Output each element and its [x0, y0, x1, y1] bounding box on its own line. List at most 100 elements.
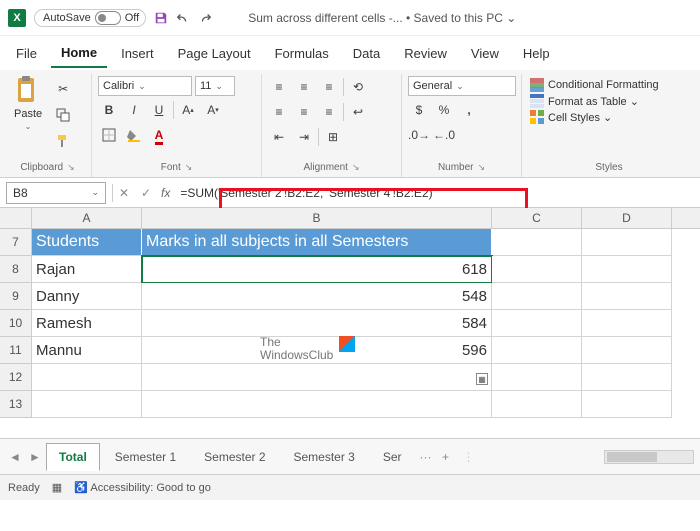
horizontal-scrollbar[interactable] — [604, 450, 694, 464]
conditional-formatting-button[interactable]: Conditional Formatting — [530, 78, 659, 92]
accessibility-status[interactable]: ♿ Accessibility: Good to go — [74, 481, 211, 494]
number-format-dropdown[interactable]: General⌄ — [408, 76, 516, 96]
cell-b7[interactable]: Marks in all subjects in all Semesters — [142, 229, 492, 256]
cell-c8[interactable] — [492, 256, 582, 283]
col-header-d[interactable]: D — [582, 208, 672, 228]
sheet-nav-next-icon[interactable]: ► — [26, 448, 44, 466]
font-size-dropdown[interactable]: 11⌄ — [195, 76, 235, 96]
sheet-tab-semester1[interactable]: Semester 1 — [102, 443, 189, 471]
fx-icon[interactable]: fx — [161, 186, 170, 200]
paste-button[interactable]: Paste ⌄ — [10, 76, 46, 160]
col-header-b[interactable]: B — [142, 208, 492, 228]
cell-a7[interactable]: Students — [32, 229, 142, 256]
tab-home[interactable]: Home — [51, 39, 107, 68]
autofill-options-icon[interactable]: ▦ — [476, 373, 488, 385]
cell-a9[interactable]: Danny — [32, 283, 142, 310]
wrap-text-icon[interactable]: ↩ — [347, 101, 369, 123]
cell-c12[interactable] — [492, 364, 582, 391]
tab-help[interactable]: Help — [513, 40, 560, 67]
cell-a8[interactable]: Rajan — [32, 256, 142, 283]
tab-view[interactable]: View — [461, 40, 509, 67]
cancel-formula-icon[interactable]: ✕ — [113, 182, 135, 204]
cell-b13[interactable] — [142, 391, 492, 418]
row-header[interactable]: 7 — [0, 229, 32, 256]
orientation-icon[interactable]: ⟲ — [347, 76, 369, 98]
cell-d8[interactable] — [582, 256, 672, 283]
sheet-tab-semester2[interactable]: Semester 2 — [191, 443, 278, 471]
copy-icon[interactable] — [52, 104, 74, 126]
fill-color-icon[interactable] — [123, 124, 145, 146]
cell-c10[interactable] — [492, 310, 582, 337]
cell-a10[interactable]: Ramesh — [32, 310, 142, 337]
cell-d7[interactable] — [582, 229, 672, 256]
autosave-toggle[interactable]: AutoSave Off — [34, 9, 146, 27]
align-center-icon[interactable]: ≡ — [293, 101, 315, 123]
accounting-icon[interactable]: $ — [408, 99, 430, 121]
shrink-font-icon[interactable]: A▾ — [202, 99, 224, 121]
cell-a11[interactable]: Mannu — [32, 337, 142, 364]
tab-file[interactable]: File — [6, 40, 47, 67]
cell-d12[interactable] — [582, 364, 672, 391]
tab-review[interactable]: Review — [394, 40, 457, 67]
name-box[interactable]: B8⌄ — [6, 182, 106, 204]
cell-b12[interactable] — [142, 364, 492, 391]
comma-icon[interactable]: , — [458, 99, 480, 121]
format-as-table-button[interactable]: Format as Table ⌄ — [530, 94, 659, 108]
sheet-more-icon[interactable]: ··· — [417, 448, 435, 466]
cell-c11[interactable] — [492, 337, 582, 364]
stats-icon[interactable]: ▦ — [52, 481, 62, 494]
decrease-indent-icon[interactable]: ⇤ — [268, 126, 290, 148]
cell-c9[interactable] — [492, 283, 582, 310]
tab-insert[interactable]: Insert — [111, 40, 164, 67]
align-top-icon[interactable]: ≡ — [268, 76, 290, 98]
row-header[interactable]: 11 — [0, 337, 32, 364]
cell-d11[interactable] — [582, 337, 672, 364]
font-name-dropdown[interactable]: Calibri⌄ — [98, 76, 192, 96]
row-header[interactable]: 10 — [0, 310, 32, 337]
borders-icon[interactable] — [98, 124, 120, 146]
sheet-nav-prev-icon[interactable]: ◄ — [6, 448, 24, 466]
decrease-decimal-icon[interactable]: ←.0 — [433, 124, 455, 146]
document-title[interactable]: Sum across different cells -... • Saved … — [248, 11, 516, 25]
add-sheet-icon[interactable]: + — [437, 448, 455, 466]
launcher-icon[interactable]: ↘ — [185, 162, 193, 173]
cell-d10[interactable] — [582, 310, 672, 337]
col-header-a[interactable]: A — [32, 208, 142, 228]
cell-b8[interactable]: 618 — [142, 256, 492, 283]
underline-button[interactable]: U — [148, 99, 170, 121]
cell-b9[interactable]: 548 — [142, 283, 492, 310]
row-header[interactable]: 8 — [0, 256, 32, 283]
spreadsheet-grid[interactable]: A B C D 7 8 9 10 11 12 13 Students Marks… — [0, 208, 700, 438]
save-icon[interactable] — [154, 11, 168, 25]
font-color-icon[interactable]: A — [148, 124, 170, 146]
merge-center-icon[interactable]: ⊞ — [322, 126, 344, 148]
enter-formula-icon[interactable]: ✓ — [135, 182, 157, 204]
launcher-icon[interactable]: ↘ — [352, 162, 360, 173]
row-header[interactable]: 13 — [0, 391, 32, 418]
launcher-icon[interactable]: ↘ — [478, 162, 486, 173]
increase-decimal-icon[interactable]: .0→ — [408, 124, 430, 146]
cell-a13[interactable] — [32, 391, 142, 418]
row-header[interactable]: 9 — [0, 283, 32, 310]
formula-input[interactable]: =SUM('Semester 2'!B2:E2, 'Semester 4'!B2… — [174, 182, 700, 204]
cell-styles-button[interactable]: Cell Styles ⌄ — [530, 110, 659, 124]
tab-data[interactable]: Data — [343, 40, 390, 67]
align-middle-icon[interactable]: ≡ — [293, 76, 315, 98]
redo-icon[interactable] — [198, 11, 212, 25]
align-right-icon[interactable]: ≡ — [318, 101, 340, 123]
bold-button[interactable]: B — [98, 99, 120, 121]
cell-c7[interactable] — [492, 229, 582, 256]
launcher-icon[interactable]: ↘ — [67, 162, 75, 173]
cell-b10[interactable]: 584 — [142, 310, 492, 337]
undo-icon[interactable] — [176, 11, 190, 25]
sheet-tab-semester3[interactable]: Semester 3 — [281, 443, 368, 471]
row-header[interactable]: 12 — [0, 364, 32, 391]
format-painter-icon[interactable] — [52, 130, 74, 152]
cell-d13[interactable] — [582, 391, 672, 418]
col-header-c[interactable]: C — [492, 208, 582, 228]
sheet-tab-total[interactable]: Total — [46, 443, 100, 471]
align-left-icon[interactable]: ≡ — [268, 101, 290, 123]
cell-d9[interactable] — [582, 283, 672, 310]
italic-button[interactable]: I — [123, 99, 145, 121]
select-all-corner[interactable] — [0, 208, 32, 229]
